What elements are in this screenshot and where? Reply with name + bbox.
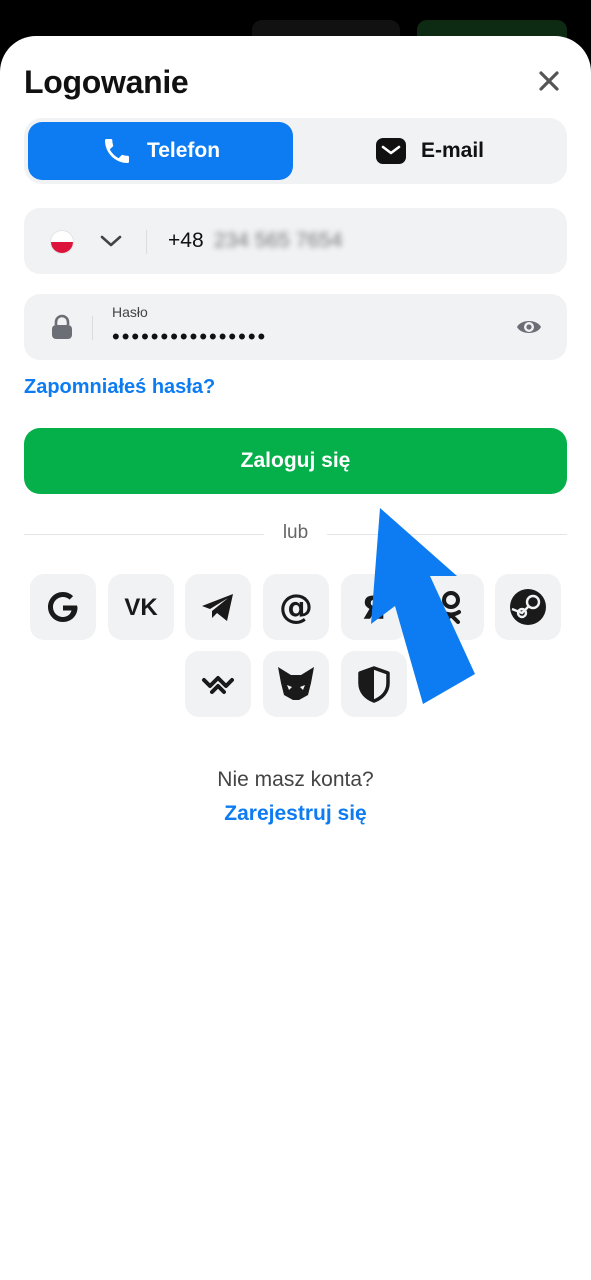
eye-icon[interactable] bbox=[516, 315, 542, 344]
phone-field[interactable]: +48 234 565 7654 bbox=[24, 208, 567, 274]
password-label: Hasło bbox=[112, 304, 148, 320]
envelope-icon bbox=[375, 138, 406, 164]
pointer-arrow-icon bbox=[371, 508, 475, 704]
telegram-icon bbox=[202, 594, 233, 621]
tab-phone[interactable]: Telefon bbox=[28, 122, 293, 180]
password-input[interactable]: •••••••••••••••• bbox=[112, 324, 267, 350]
google-login-button[interactable] bbox=[30, 574, 96, 640]
divider bbox=[92, 316, 93, 340]
register-link[interactable]: Zarejestruj się bbox=[0, 802, 591, 826]
modal-title: Logowanie bbox=[24, 64, 189, 100]
forgot-password-link[interactable]: Zapomniałeś hasła? bbox=[24, 376, 215, 399]
walletconnect-login-button[interactable] bbox=[185, 651, 251, 717]
login-method-tabs: Telefon E-mail bbox=[24, 118, 567, 184]
metamask-fox-icon bbox=[278, 667, 314, 700]
metamask-login-button[interactable] bbox=[263, 651, 329, 717]
login-modal: Logowanie Telefon E-mail +48 234 565 765… bbox=[0, 36, 591, 1280]
phone-icon bbox=[104, 139, 129, 163]
chevron-down-icon[interactable] bbox=[100, 232, 122, 255]
mail-at-icon: @ bbox=[279, 587, 313, 627]
steam-icon bbox=[510, 589, 546, 625]
tab-email[interactable]: E-mail bbox=[296, 122, 563, 180]
login-button[interactable]: Zaloguj się bbox=[24, 428, 567, 494]
svg-text:@: @ bbox=[279, 587, 313, 627]
divider bbox=[146, 230, 147, 254]
separator-text: lub bbox=[282, 522, 309, 543]
vk-login-button[interactable]: VK bbox=[108, 574, 174, 640]
mail-login-button[interactable]: @ bbox=[263, 574, 329, 640]
svg-text:VK: VK bbox=[124, 594, 158, 621]
no-account-text: Nie masz konta? bbox=[217, 768, 374, 791]
password-field[interactable]: Hasło •••••••••••••••• bbox=[24, 294, 567, 360]
lock-icon bbox=[50, 314, 74, 345]
close-icon[interactable] bbox=[534, 66, 564, 96]
walletconnect-icon bbox=[202, 676, 234, 694]
steam-login-button[interactable] bbox=[495, 574, 561, 640]
poland-flag-icon bbox=[50, 230, 74, 254]
phone-prefix: +48 bbox=[168, 229, 204, 252]
google-icon bbox=[48, 592, 78, 622]
vk-icon: VK bbox=[124, 594, 158, 621]
tab-phone-label: Telefon bbox=[146, 139, 221, 162]
phone-number-input[interactable]: 234 565 7654 bbox=[214, 229, 342, 253]
tab-email-label: E-mail bbox=[420, 139, 485, 162]
telegram-login-button[interactable] bbox=[185, 574, 251, 640]
